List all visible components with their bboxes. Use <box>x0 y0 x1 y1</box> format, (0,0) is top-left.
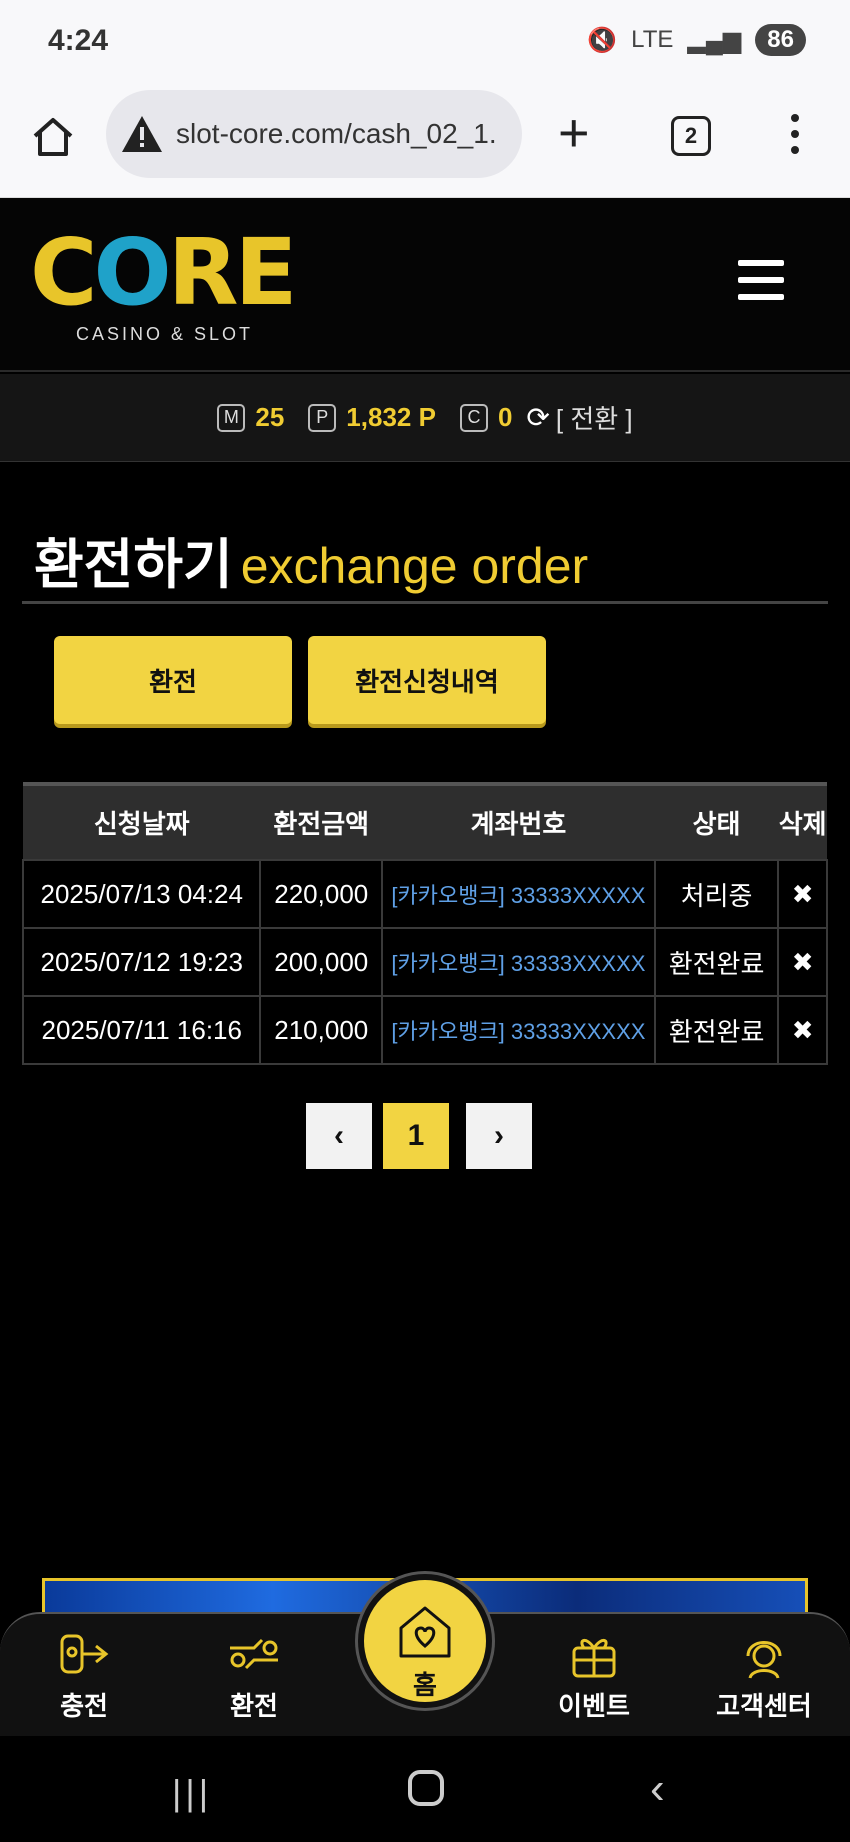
address-bar[interactable]: slot-core.com/cash_02_1. <box>106 90 522 178</box>
tab-switcher-button[interactable]: 2 <box>671 116 711 156</box>
recent-apps-icon[interactable]: ||| <box>172 1772 212 1814</box>
coin-icon: C <box>459 403 488 432</box>
table-row: 2025/07/13 04:24 220,000 [카카오뱅크] 33333XX… <box>21 859 828 929</box>
cell-amount: 200,000 <box>259 927 384 997</box>
nav-exchange[interactable]: 환전 <box>194 1628 314 1728</box>
coin-value: 0 <box>497 402 513 432</box>
nav-event-label: 이벤트 <box>558 1691 630 1721</box>
cell-amount: 220,000 <box>259 859 384 929</box>
cell-date: 2025/07/12 19:23 <box>21 927 262 997</box>
convert-button[interactable]: [ 전환 ] <box>556 399 633 436</box>
nav-exchange-label: 환전 <box>230 1691 278 1721</box>
nav-home-label: 홈 <box>413 1670 437 1700</box>
nav-support[interactable]: 고객센터 <box>704 1628 824 1728</box>
new-tab-icon[interactable]: + <box>558 106 590 160</box>
more-menu-icon[interactable] <box>790 114 800 158</box>
next-page-button[interactable]: › <box>466 1103 532 1169</box>
exchange-icon <box>230 1638 278 1670</box>
mute-icon: 🔇 <box>587 26 618 54</box>
browser-toolbar: slot-core.com/cash_02_1. + 2 <box>0 86 850 198</box>
site-header: CORE CASINO & SLOT <box>0 198 850 372</box>
network-label: LTE <box>631 26 674 53</box>
site-logo[interactable]: CORE CASINO & SLOT <box>30 219 304 345</box>
back-icon[interactable]: ‹ <box>650 1764 665 1814</box>
cell-date: 2025/07/11 16:16 <box>21 995 262 1065</box>
cell-date: 2025/07/13 04:24 <box>21 859 262 929</box>
signal-icon: ▂▄▆ <box>687 26 742 54</box>
page-1-button[interactable]: 1 <box>383 1103 449 1169</box>
exchange-button[interactable]: 환전 <box>54 636 292 724</box>
logo-word: CORE <box>30 219 297 326</box>
header-status: 상태 <box>654 782 779 860</box>
home-heart-icon <box>399 1606 451 1658</box>
header-delete: 삭제 <box>778 782 827 860</box>
table-row: 2025/07/11 16:16 210,000 [카카오뱅크] 33333XX… <box>21 995 828 1065</box>
cell-account: [카카오뱅크] 33333XXXXX <box>381 927 656 997</box>
cell-account: [카카오뱅크] 33333XXXXX <box>381 859 656 929</box>
points-bar: M 25 P 1,832 P C 0 ⟳ [ 전환 ] <box>0 374 850 462</box>
delete-icon[interactable]: ✖ <box>777 927 828 997</box>
cell-amount: 210,000 <box>259 995 384 1065</box>
header-amount: 환전금액 <box>260 782 383 860</box>
title-divider <box>22 601 828 604</box>
point-icon: P <box>308 403 337 432</box>
headset-icon <box>746 1641 782 1679</box>
prev-page-button[interactable]: ‹ <box>306 1103 372 1169</box>
logo-subtitle: CASINO & SLOT <box>76 324 254 344</box>
nav-event[interactable]: 이벤트 <box>534 1628 654 1728</box>
money-value: 25 <box>255 402 285 432</box>
refresh-icon[interactable]: ⟳ <box>526 401 549 434</box>
header-account: 계좌번호 <box>382 782 655 860</box>
nav-support-label: 고객센터 <box>716 1691 812 1721</box>
table-header-row: 신청날짜 환전금액 계좌번호 상태 삭제 <box>23 782 827 860</box>
delete-icon[interactable]: ✖ <box>777 859 828 929</box>
table-row: 2025/07/12 19:23 200,000 [카카오뱅크] 33333XX… <box>21 927 828 997</box>
nav-home[interactable]: 홈 <box>358 1574 492 1708</box>
status-bar: 4:24 🔇 LTE ▂▄▆ 86 <box>0 0 850 86</box>
exchange-history-table: 신청날짜 환전금액 계좌번호 상태 삭제 2025/07/13 04:24 22… <box>21 782 828 1065</box>
page-title-en: exchange order <box>240 538 589 594</box>
header-date: 신청날짜 <box>23 782 261 860</box>
gift-icon <box>572 1639 616 1678</box>
deposit-icon <box>60 1634 109 1674</box>
system-home-icon[interactable] <box>408 1770 444 1806</box>
home-icon[interactable] <box>30 114 76 160</box>
hamburger-menu-icon[interactable] <box>738 260 784 300</box>
page-title-ko: 환전하기 <box>34 535 233 595</box>
money-icon: M <box>217 403 246 432</box>
nav-deposit[interactable]: 충전 <box>24 1628 144 1728</box>
battery-indicator: 86 <box>755 24 806 56</box>
status-time: 4:24 <box>48 24 109 57</box>
point-value: 1,832 P <box>346 402 436 432</box>
system-nav-bar: ||| ‹ <box>0 1736 850 1842</box>
warning-icon[interactable] <box>120 114 164 154</box>
url-text[interactable]: slot-core.com/cash_02_1. <box>176 118 497 150</box>
cell-account: [카카오뱅크] 33333XXXXX <box>381 995 656 1065</box>
nav-deposit-label: 충전 <box>60 1691 108 1721</box>
status-icons: 🔇 LTE ▂▄▆ 86 <box>587 24 806 56</box>
cell-status: 환전완료 <box>653 927 780 997</box>
delete-icon[interactable]: ✖ <box>777 995 828 1065</box>
exchange-history-button[interactable]: 환전신청내역 <box>308 636 546 724</box>
cell-status: 환전완료 <box>653 995 780 1065</box>
page-title: 환전하기 exchange order <box>34 520 588 599</box>
cell-status: 처리중 <box>653 859 780 929</box>
